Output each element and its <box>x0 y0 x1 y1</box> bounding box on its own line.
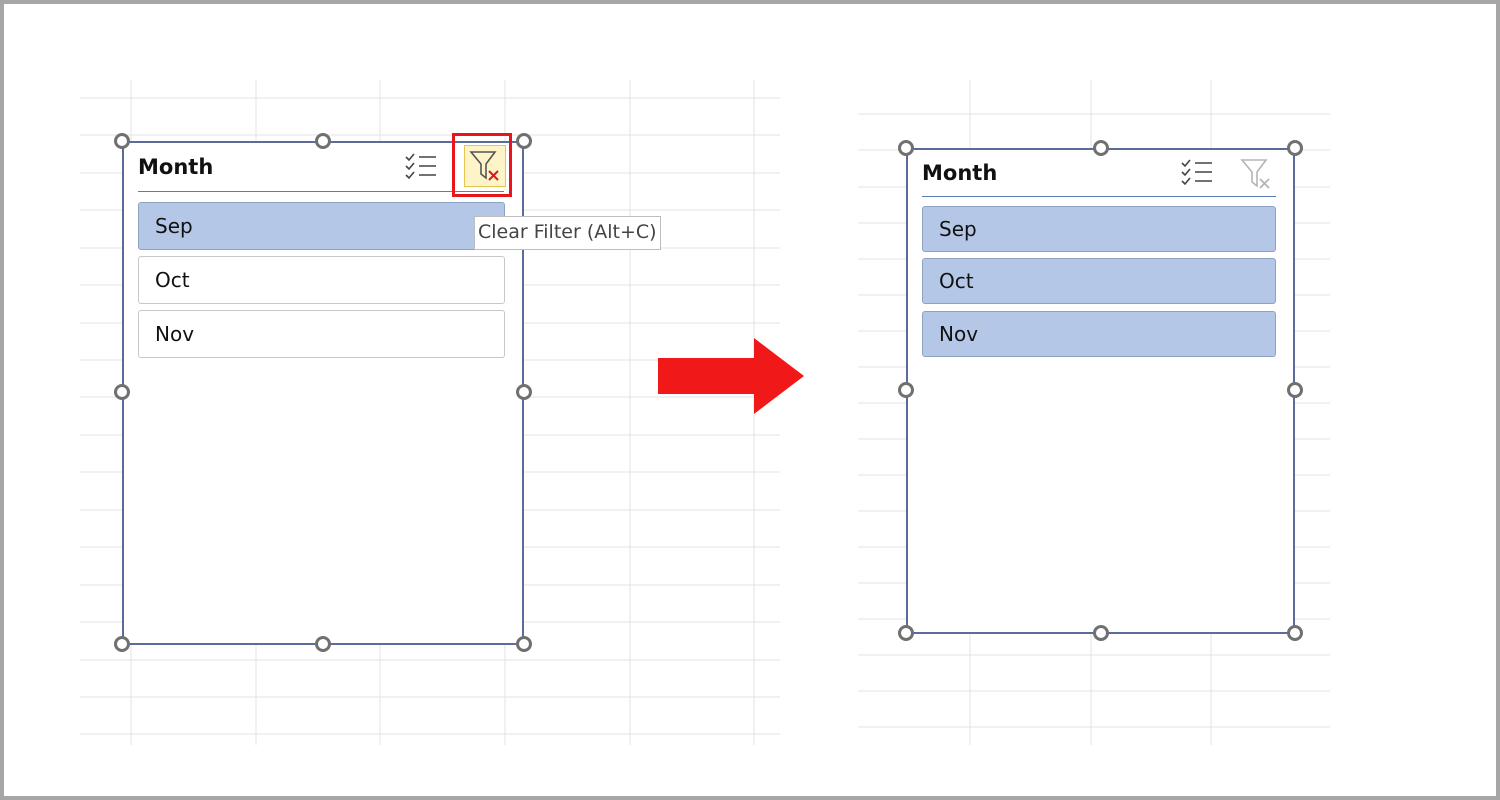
clear-filter-tooltip: Clear Filter (Alt+C) <box>474 216 661 250</box>
resize-handle-middle-left[interactable] <box>114 384 130 400</box>
resize-handle-middle-right[interactable] <box>516 384 532 400</box>
resize-handle-bottom-left[interactable] <box>898 625 914 641</box>
resize-handle-top-left[interactable] <box>114 133 130 149</box>
month-slicer-before[interactable]: Month Sep Oct Nov <box>122 141 524 645</box>
clear-filter-icon-disabled[interactable] <box>1236 154 1276 194</box>
resize-handle-top-middle[interactable] <box>1093 140 1109 156</box>
resize-handle-bottom-right[interactable] <box>1287 625 1303 641</box>
slicer-item-oct[interactable]: Oct <box>138 256 505 304</box>
resize-handle-top-right[interactable] <box>516 133 532 149</box>
resize-handle-middle-right[interactable] <box>1287 382 1303 398</box>
resize-handle-bottom-left[interactable] <box>114 636 130 652</box>
slicer-header-divider <box>922 196 1276 197</box>
slicer-item-nov[interactable]: Nov <box>922 311 1276 357</box>
resize-handle-middle-left[interactable] <box>898 382 914 398</box>
resize-handle-bottom-middle[interactable] <box>315 636 331 652</box>
slicer-title: Month <box>922 161 998 185</box>
multi-select-icon[interactable] <box>1180 157 1214 189</box>
resize-handle-top-left[interactable] <box>898 140 914 156</box>
slicer-item-sep[interactable]: Sep <box>922 206 1276 252</box>
slicer-item-nov[interactable]: Nov <box>138 310 505 358</box>
slicer-title: Month <box>138 155 214 179</box>
slicer-header-divider <box>138 191 504 192</box>
slicer-item-sep[interactable]: Sep <box>138 202 505 250</box>
right-arrow-icon <box>658 338 804 414</box>
resize-handle-top-middle[interactable] <box>315 133 331 149</box>
resize-handle-top-right[interactable] <box>1287 140 1303 156</box>
resize-handle-bottom-middle[interactable] <box>1093 625 1109 641</box>
slicer-item-oct[interactable]: Oct <box>922 258 1276 304</box>
multi-select-icon[interactable] <box>404 151 438 183</box>
clear-filter-highlight-box <box>452 133 512 197</box>
resize-handle-bottom-right[interactable] <box>516 636 532 652</box>
month-slicer-after[interactable]: Month Sep Oct Nov <box>906 148 1295 634</box>
